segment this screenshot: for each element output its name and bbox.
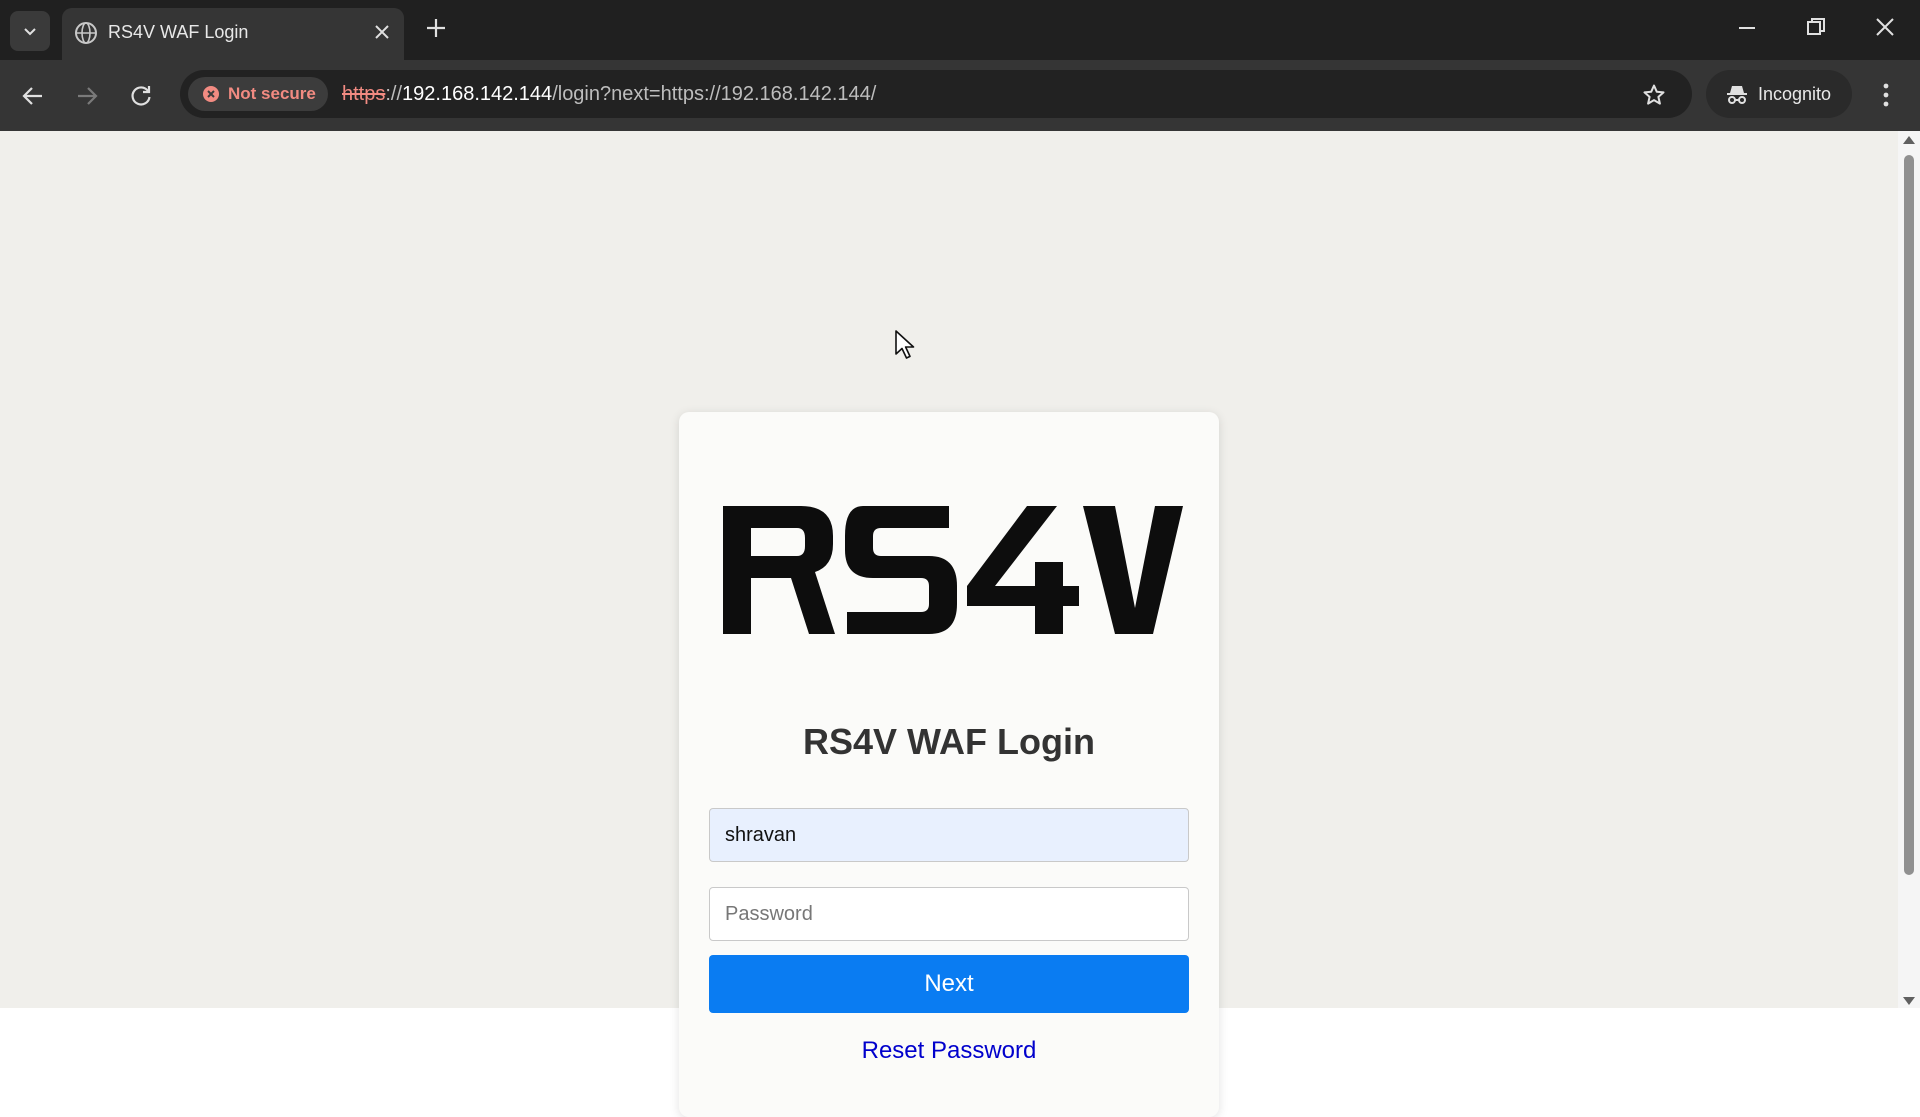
incognito-icon <box>1727 86 1747 104</box>
kebab-menu-icon[interactable] <box>1876 82 1896 108</box>
minimize-icon[interactable] <box>1736 16 1758 38</box>
login-card: RS4V WAF Login Next Reset Password <box>679 412 1219 1117</box>
page-title: RS4V WAF Login <box>803 721 1095 762</box>
globe-icon <box>75 22 97 44</box>
chevron-down-icon <box>24 28 36 36</box>
bookmark-star-icon[interactable] <box>1642 83 1666 107</box>
url-scheme: https <box>342 83 386 105</box>
url-separator: :// <box>385 83 403 105</box>
scroll-down-arrow-icon[interactable] <box>1903 996 1915 1006</box>
next-button[interactable]: Next <box>709 955 1189 1013</box>
scrollbar-thumb[interactable] <box>1904 155 1914 875</box>
back-arrow-icon[interactable] <box>20 83 46 109</box>
tab-strip: RS4V WAF Login <box>0 0 1920 60</box>
close-window-icon[interactable] <box>1874 16 1896 38</box>
url-text[interactable]: https://192.168.142.144/login?next=https… <box>342 83 876 106</box>
restore-icon[interactable] <box>1805 16 1827 38</box>
scroll-up-arrow-icon[interactable] <box>1903 135 1915 145</box>
browser-tab[interactable]: RS4V WAF Login <box>62 8 404 60</box>
incognito-indicator[interactable]: Incognito <box>1706 70 1852 118</box>
page-viewport: RS4V WAF Login Next Reset Password <box>0 131 1898 1117</box>
vertical-scrollbar[interactable] <box>1898 131 1920 1008</box>
incognito-label: Incognito <box>1758 83 1832 104</box>
security-indicator[interactable]: Not secure <box>188 77 328 111</box>
reset-password-link[interactable]: Reset Password <box>679 1037 1219 1065</box>
tab-search-button[interactable] <box>10 11 50 51</box>
not-secure-label: Not secure <box>228 84 316 103</box>
rs4v-logo <box>723 506 1183 634</box>
reload-icon[interactable] <box>128 83 154 109</box>
close-tab-icon[interactable] <box>372 22 392 42</box>
browser-toolbar: Not secure https://192.168.142.144/login… <box>0 60 1920 131</box>
new-tab-plus-icon[interactable] <box>424 16 448 40</box>
password-input[interactable] <box>709 887 1189 941</box>
forward-arrow-icon[interactable] <box>74 83 100 109</box>
mouse-cursor-icon <box>895 330 915 359</box>
error-circle-icon <box>203 86 219 102</box>
username-input[interactable] <box>709 808 1189 862</box>
tab-title: RS4V WAF Login <box>108 22 249 42</box>
url-host: 192.168.142.144 <box>402 83 553 105</box>
address-bar[interactable]: Not secure https://192.168.142.144/login… <box>180 70 1692 118</box>
url-path: /login?next=https://192.168.142.144/ <box>552 83 877 105</box>
